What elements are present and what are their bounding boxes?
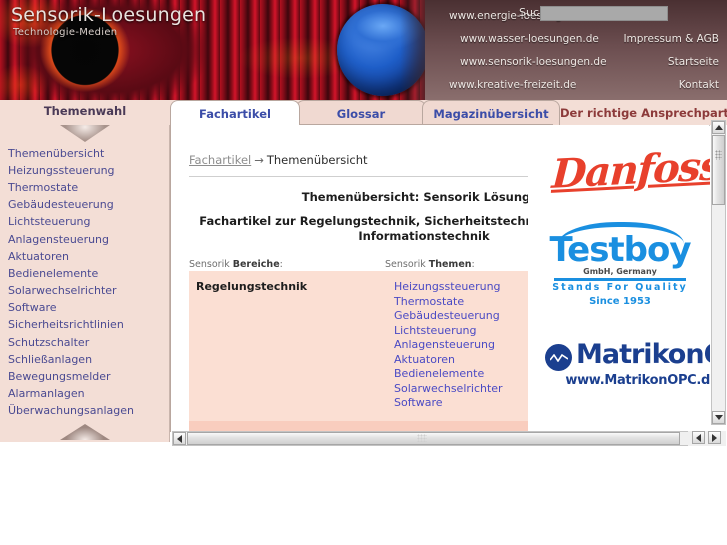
sidebar-item-ueberwachungsanlagen[interactable]: Überwachungsanlagen: [0, 403, 170, 420]
corner-scroll-right-button[interactable]: [708, 431, 721, 444]
danfoss-logo-text: Danfoss: [550, 142, 710, 198]
tab-magazinuebersicht[interactable]: Magazinübersicht: [422, 100, 560, 125]
column-header-bereiche: Sensorik Bereiche:: [189, 259, 283, 270]
arrow-down-icon: [714, 415, 723, 420]
testboy-slogan: Stands For Quality: [552, 282, 688, 293]
search-input[interactable]: [540, 6, 668, 21]
column-header-themen-suffix: :: [471, 259, 475, 270]
testboy-since-text: Since 1953: [589, 296, 651, 307]
vertical-scrollbar[interactable]: [711, 120, 726, 425]
corner-scroll-left-button[interactable]: [692, 431, 705, 444]
sidebar-item-aktuatoren[interactable]: Aktuatoren: [0, 248, 170, 265]
header-link-impressum[interactable]: Impressum & AGB: [623, 33, 719, 45]
sidebar-heading-label: Themenwahl: [43, 104, 127, 118]
scroll-up-button[interactable]: [712, 121, 725, 134]
sponsor-logo-column: Danfoss Testboy GmbH, Germany Stands For…: [528, 126, 710, 432]
sidebar-item-themenuebersicht[interactable]: Themenübersicht: [0, 145, 170, 162]
table-row: Regelungstechnik Heizungssteuerung Therm…: [189, 271, 584, 421]
sidebar-item-thermostate[interactable]: Thermostate: [0, 179, 170, 196]
sidebar-item-heizungssteuerung[interactable]: Heizungssteuerung: [0, 162, 170, 179]
matrikon-logo-text: MatrikonOP: [576, 339, 710, 370]
page-root: Sensorik-Loesungen Technologie-Medien ww…: [0, 0, 727, 545]
arrow-up-icon: [714, 125, 723, 130]
vertical-scrollbar-grip: [715, 150, 722, 160]
scroll-left-button[interactable]: [173, 432, 186, 445]
site-header: Sensorik-Loesungen Technologie-Medien ww…: [0, 0, 727, 100]
sidebar-item-anlagensteuerung[interactable]: Anlagensteuerung: [0, 231, 170, 248]
table-cell-category: Regelungstechnik: [196, 280, 308, 293]
sidebar-item-solarwechselrichter[interactable]: Solarwechselrichter: [0, 283, 170, 300]
matrikon-wave-icon: [550, 354, 568, 362]
matrikon-url-text: www.MatrikonOPC.de: [565, 373, 710, 388]
header-link-sensorik[interactable]: www.sensorik-loesungen.de: [460, 56, 607, 68]
horizontal-scrollbar[interactable]: [172, 431, 710, 446]
arrow-right-icon: [712, 433, 717, 442]
chevron-up-icon[interactable]: [60, 424, 110, 440]
sidebar-item-sicherheitsrichtlinien[interactable]: Sicherheitsrichtlinien: [0, 317, 170, 334]
column-header-themen-bold: Themen: [428, 259, 472, 270]
header-link-kontakt[interactable]: Kontakt: [679, 79, 719, 91]
vertical-scrollbar-thumb[interactable]: [712, 135, 725, 205]
sidebar-heading-area: Themenwahl: [0, 100, 170, 125]
breadcrumb: Fachartikel → Themenübersicht: [189, 153, 368, 167]
column-header-themen-prefix: Sensorik: [385, 259, 429, 270]
column-header-themen: Sensorik Themen:: [385, 259, 475, 270]
sidebar-item-bewegungsmelder[interactable]: Bewegungsmelder: [0, 368, 170, 385]
column-header-bereiche-bold: Bereiche: [232, 259, 280, 270]
sidebar-item-software[interactable]: Software: [0, 300, 170, 317]
testboy-rule: [554, 278, 686, 281]
tab-glossar[interactable]: Glossar: [296, 100, 426, 125]
scroll-down-button[interactable]: [712, 411, 725, 424]
sidebar-item-gebaeudesteuerung[interactable]: Gebäudesteuerung: [0, 197, 170, 214]
tab-strip: Themenwahl Fachartikel Glossar Magazinüb…: [0, 100, 727, 125]
header-link-kreative-freizeit[interactable]: www.kreative-freizeit.de: [449, 79, 576, 91]
site-title: Sensorik-Loesungen: [11, 4, 207, 26]
breadcrumb-arrow-icon: →: [254, 153, 264, 167]
column-header-bereiche-suffix: :: [279, 259, 283, 270]
arrow-left-icon: [177, 434, 182, 443]
sidebar-item-lichtsteuerung[interactable]: Lichtsteuerung: [0, 214, 170, 231]
ansprechpartner-heading[interactable]: Der richtige Ansprechpartner: [560, 100, 727, 125]
breadcrumb-current: Themenübersicht: [266, 153, 368, 167]
horizontal-scrollbar-thumb[interactable]: [187, 432, 680, 445]
danfoss-logo[interactable]: Danfoss: [550, 142, 710, 205]
horizontal-scrollbar-grip: [417, 434, 427, 442]
site-subtitle: Technologie-Medien: [13, 27, 118, 38]
column-header-bereiche-prefix: Sensorik: [189, 259, 233, 270]
chevron-up-icon-wrapper[interactable]: [60, 424, 110, 440]
topics-table: Regelungstechnik Heizungssteuerung Therm…: [189, 271, 584, 432]
header-link-startseite[interactable]: Startseite: [668, 56, 719, 68]
sidebar-item-schutzschalter[interactable]: Schutzschalter: [0, 334, 170, 351]
testboy-gmbh-text: GmbH, Germany: [583, 267, 657, 276]
header-link-wasser[interactable]: www.wasser-loesungen.de: [460, 33, 599, 45]
sidebar-item-schliessanlagen[interactable]: Schließanlagen: [0, 351, 170, 368]
testboy-logo-text: Testboy: [549, 230, 691, 270]
left-sidebar: Themenübersicht Heizungssteuerung Thermo…: [0, 125, 170, 442]
tab-fachartikel[interactable]: Fachartikel: [170, 100, 300, 125]
header-links-area: www.energie-loesungen.de www.wasser-loes…: [425, 0, 727, 100]
sidebar-nav: Themenübersicht Heizungssteuerung Thermo…: [0, 145, 170, 420]
arrow-left-icon: [696, 433, 701, 442]
sidebar-item-alarmanlagen[interactable]: Alarmanlagen: [0, 386, 170, 403]
scrollbar-corner-buttons: [688, 431, 726, 446]
breadcrumb-link-fachartikel[interactable]: Fachartikel: [189, 153, 251, 167]
sidebar-item-bedienelemente[interactable]: Bedienelemente: [0, 265, 170, 282]
chevron-down-icon[interactable]: [60, 125, 110, 142]
